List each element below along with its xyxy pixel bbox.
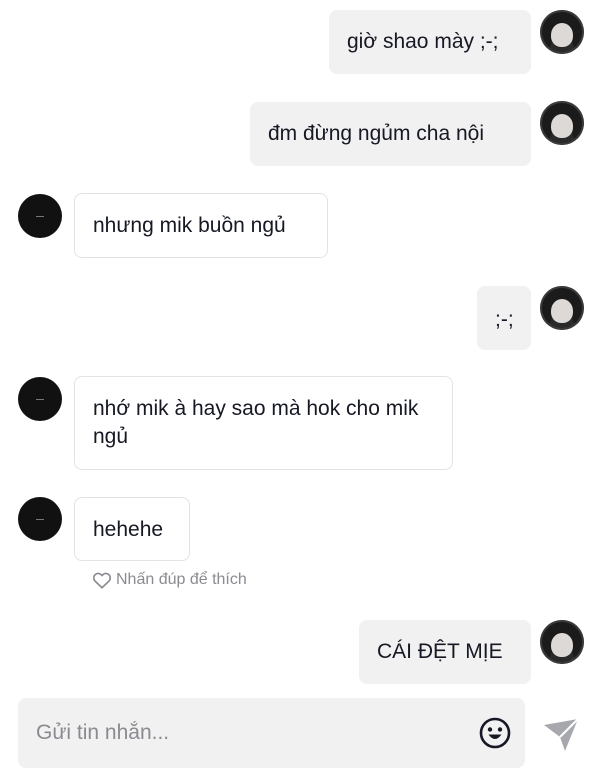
emoji-icon[interactable] xyxy=(479,717,511,749)
incoming-message-bubble[interactable]: hehehe xyxy=(74,497,190,561)
my-avatar[interactable] xyxy=(540,10,584,54)
incoming-message-bubble[interactable]: nhớ mik à hay sao mà hok cho mik ngủ xyxy=(74,376,453,470)
contact-avatar[interactable] xyxy=(18,377,62,421)
heart-icon xyxy=(92,572,112,589)
contact-avatar[interactable] xyxy=(18,194,62,238)
send-icon[interactable] xyxy=(541,715,581,755)
message-composer xyxy=(18,698,525,768)
my-avatar[interactable] xyxy=(540,286,584,330)
my-avatar[interactable] xyxy=(540,101,584,145)
like-hint-text: Nhấn đúp để thích xyxy=(116,571,247,588)
double-tap-like-hint: Nhấn đúp để thích xyxy=(92,570,247,590)
outgoing-message-bubble[interactable]: CÁI ĐỆT MỊE xyxy=(359,620,531,684)
contact-avatar[interactable] xyxy=(18,497,62,541)
message-input[interactable] xyxy=(18,698,458,768)
outgoing-message-bubble[interactable]: giờ shao mày ;-; xyxy=(329,10,531,74)
chat-thread: giờ shao mày ;-; đm đừng ngủm cha nội nh… xyxy=(0,0,600,781)
incoming-message-bubble[interactable]: nhưng mik buồn ngủ xyxy=(74,193,328,258)
outgoing-message-bubble[interactable]: đm đừng ngủm cha nội xyxy=(250,102,531,166)
my-avatar[interactable] xyxy=(540,620,584,664)
outgoing-message-bubble[interactable]: ;-; xyxy=(477,286,531,350)
